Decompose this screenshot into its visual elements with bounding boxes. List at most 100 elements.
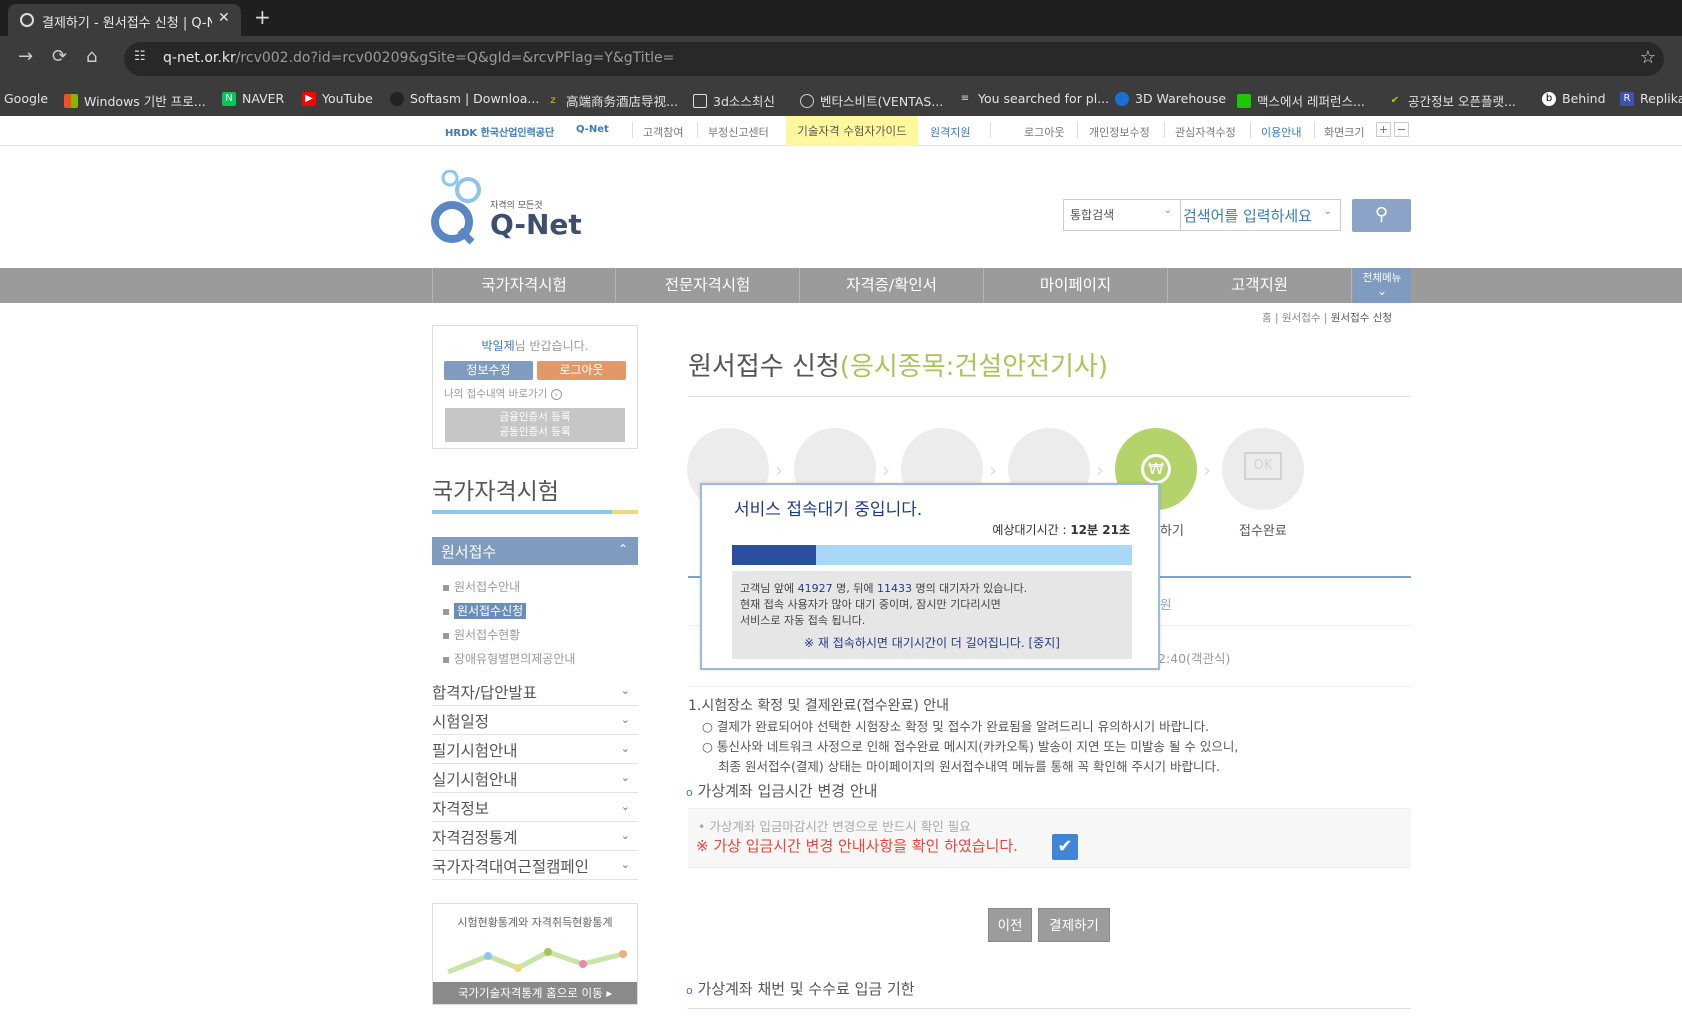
chat-icon bbox=[1237, 93, 1251, 108]
edit-profile-link[interactable]: 개인정보수정 bbox=[1089, 124, 1150, 140]
exam-guide-link[interactable]: 기술자격 수험자가이드 bbox=[786, 116, 918, 146]
wait-time: 예상대기시간 : 12분 21초 bbox=[992, 523, 1130, 537]
chevron-down-icon: ⌄ bbox=[620, 771, 630, 784]
step-arrow-icon: › bbox=[775, 458, 783, 482]
bookmark-item[interactable]: b Behind bbox=[1542, 91, 1606, 106]
queue-progress-fill bbox=[732, 545, 816, 565]
sidebar-item-application[interactable]: 원서접수 ⌃ bbox=[432, 537, 638, 565]
home-icon[interactable]: ⌂ bbox=[86, 46, 97, 67]
stats-banner[interactable]: 시험현황통계와 자격취득현황통계 국가기술자격통계 홈으로 이동 ▸ bbox=[432, 903, 638, 1005]
search-input[interactable]: 검색어를 입력하세요 ⌄ bbox=[1181, 199, 1341, 231]
sidebar-sub-apply[interactable]: ▪ 원서접수신청 bbox=[442, 602, 527, 619]
sidebar-sub-status[interactable]: ▪ 원서접수현황 bbox=[442, 626, 520, 643]
ahead-count: 41927 bbox=[797, 582, 833, 595]
pay-button[interactable]: 결제하기 bbox=[1038, 908, 1110, 942]
sidebar-item-results[interactable]: 합격자/답안발표 ⌄ bbox=[432, 678, 638, 706]
exam-time-text: 2:40(객관식) bbox=[1158, 651, 1231, 666]
partial-link-text[interactable]: 원 bbox=[1160, 594, 1172, 613]
gnb-national-exam[interactable]: 국가자격시험 bbox=[432, 268, 616, 303]
my-receipt-shortcut[interactable]: 나의 접수내역 바로가기 › bbox=[444, 386, 562, 401]
edit-interest-link[interactable]: 관심자격수정 bbox=[1175, 124, 1236, 140]
bookmark-item[interactable]: Windows 기반 프로... bbox=[64, 91, 206, 110]
logout-link[interactable]: 로그아웃 bbox=[1024, 124, 1064, 140]
chevron-down-icon: ⌄ bbox=[1323, 206, 1332, 217]
z-icon: z bbox=[550, 94, 556, 106]
link-customer[interactable]: 고객참여 bbox=[643, 124, 683, 140]
browser-tab[interactable]: 결제하기 - 원서접수 신청 | Q-N ✕ bbox=[8, 4, 241, 36]
sidebar-item-info[interactable]: 자격정보 ⌄ bbox=[432, 794, 638, 822]
url-field[interactable]: ☷ q-net.or.kr/rcv002.do?id=rcv00209&gSit… bbox=[124, 42, 1664, 76]
new-tab-icon[interactable]: + bbox=[254, 5, 271, 29]
step-5-label: 하기 bbox=[1160, 524, 1184, 539]
gnb-professional-exam[interactable]: 전문자격시험 bbox=[616, 268, 800, 303]
logo-text: Q-Net bbox=[490, 208, 582, 241]
checkmark-icon: ✔ bbox=[1057, 836, 1073, 857]
sidebar-sub-guide[interactable]: ▪ 원서접수안내 bbox=[442, 578, 520, 595]
bookmark-item[interactable]: Softasm | Downloa... bbox=[390, 91, 539, 106]
browser-tab-bar: 결제하기 - 원서접수 신청 | Q-N ✕ + bbox=[0, 0, 1682, 36]
qnet-favicon-icon bbox=[20, 13, 34, 27]
certificate-register-button[interactable]: 금융인증서 등록 공동인증서 등록 bbox=[445, 408, 625, 442]
step-arrow-icon: › bbox=[989, 458, 997, 482]
link-report[interactable]: 부정신고센터 bbox=[708, 124, 769, 140]
notice-item: ○ 통신사와 네트워크 사정으로 인해 접수완료 메시지(카카오톡) 발송이 지… bbox=[702, 739, 1239, 754]
vacct-section-title: o 가상계좌 입금시간 변경 안내 bbox=[686, 782, 878, 800]
forward-icon[interactable]: → bbox=[18, 46, 33, 67]
sidebar-item-stats[interactable]: 자격검정통계 ⌄ bbox=[432, 823, 638, 851]
step-arrow-icon: › bbox=[1096, 458, 1104, 482]
bookmark-item[interactable]: 3d소스최신 bbox=[693, 91, 775, 110]
remote-support-link[interactable]: 원격지원 bbox=[930, 124, 970, 140]
usage-guide-link[interactable]: 이용안내 bbox=[1261, 124, 1301, 140]
behind-count: 11433 bbox=[876, 582, 912, 595]
site-info-icon[interactable]: ☷ bbox=[134, 49, 156, 69]
prev-button[interactable]: 이전 bbox=[988, 908, 1032, 942]
sidebar-item-campaign[interactable]: 국가자격대여근절캠페인 ⌄ bbox=[432, 852, 638, 880]
logout-button[interactable]: 로그아웃 bbox=[537, 361, 626, 380]
greeting-text: 님 반갑습니다. bbox=[514, 339, 589, 353]
bookmarks-bar: Google Windows 기반 프로... N NAVER ▶ YouTube … bbox=[0, 82, 1682, 116]
close-tab-icon[interactable]: ✕ bbox=[218, 10, 230, 26]
qnet-logo[interactable]: 자격의 모든것 Q-Net bbox=[430, 169, 582, 250]
vacct2-section-title: o 가상계좌 채번 및 수수료 입금 기한 bbox=[686, 980, 915, 998]
zoom-out-button[interactable]: − bbox=[1394, 122, 1409, 137]
edit-info-button[interactable]: 정보수정 bbox=[444, 361, 533, 380]
hrdk-logo[interactable]: HRDK 한국산업인력공단 bbox=[445, 124, 554, 139]
bookmark-item[interactable]: 맥스에서 레퍼런스... bbox=[1237, 91, 1365, 110]
breadcrumb: 홈 | 원서접수 | 원서접수 신청 bbox=[1262, 312, 1393, 324]
notice-item-cont: 최종 원서접수(결제) 상태는 마이페이지의 원서접수내역 메뉴를 통해 꼭 확… bbox=[718, 759, 1220, 774]
folder-icon bbox=[693, 93, 707, 108]
zoom-in-button[interactable]: + bbox=[1376, 122, 1391, 137]
sidebar-item-schedule[interactable]: 시험일정 ⌄ bbox=[432, 707, 638, 735]
stats-home-button[interactable]: 국가기술자격통계 홈으로 이동 ▸ bbox=[433, 982, 637, 1004]
qnet-small-logo[interactable]: Q-Net bbox=[576, 124, 609, 135]
bookmark-item[interactable]: ▶ YouTube bbox=[302, 91, 373, 106]
search-button[interactable]: ⚲ bbox=[1352, 199, 1411, 232]
bookmark-item[interactable]: 벤타스비트(VENTAS... bbox=[800, 91, 943, 110]
bookmark-item[interactable]: 3D Warehouse bbox=[1115, 91, 1226, 106]
user-name: 박일제 bbox=[481, 339, 515, 353]
search-type-select[interactable]: 통합검색 ⌄ bbox=[1063, 199, 1181, 231]
all-menu-button[interactable]: 전체메뉴 ⌄ bbox=[1353, 268, 1411, 303]
bullet-circle-icon: o bbox=[686, 786, 693, 799]
step-6-label: 접수완료 bbox=[1239, 524, 1287, 539]
gnb-mypage[interactable]: 마이페이지 bbox=[984, 268, 1168, 303]
bookmark-item[interactable]: z 高端商务酒店导视... bbox=[546, 91, 678, 110]
bookmark-item[interactable]: ≡ You searched for pl... bbox=[958, 91, 1109, 106]
vacct-notice-box: • 가상계좌 입금마감시간 변경으로 반드시 확인 필요 ※ 가상 입금시간 변… bbox=[688, 808, 1411, 868]
reload-icon[interactable]: ⟳ bbox=[52, 46, 67, 67]
bookmark-item[interactable]: ✔ 공간정보 오픈플랫... bbox=[1388, 91, 1516, 110]
gnb-support[interactable]: 고객지원 bbox=[1168, 268, 1352, 303]
stop-link[interactable]: ※ 재 접속하시면 대기시간이 더 길어집니다. [중지] bbox=[732, 635, 1132, 651]
bookmark-item[interactable]: R Replika bbox=[1620, 91, 1682, 106]
bookmark-star-icon[interactable]: ☆ bbox=[1640, 47, 1656, 68]
sidebar-item-written[interactable]: 필기시험안내 ⌄ bbox=[432, 736, 638, 764]
bookmark-item[interactable]: N NAVER bbox=[222, 91, 284, 106]
arrow-right-icon: › bbox=[550, 389, 562, 400]
vacct-confirm-checkbox[interactable]: ✔ bbox=[1052, 834, 1078, 860]
sidebar-sub-disability[interactable]: ▪ 장애유형별편의제공안내 bbox=[442, 650, 575, 667]
main-navigation: 국가자격시험 전문자격시험 자격증/확인서 마이페이지 고객지원 bbox=[0, 268, 1682, 303]
sidebar-item-practical[interactable]: 실기시험안내 ⌄ bbox=[432, 765, 638, 793]
chevron-down-icon: ⌄ bbox=[620, 713, 630, 726]
gnb-certificate[interactable]: 자격증/확인서 bbox=[800, 268, 984, 303]
bookmark-item[interactable]: Google bbox=[4, 91, 48, 106]
